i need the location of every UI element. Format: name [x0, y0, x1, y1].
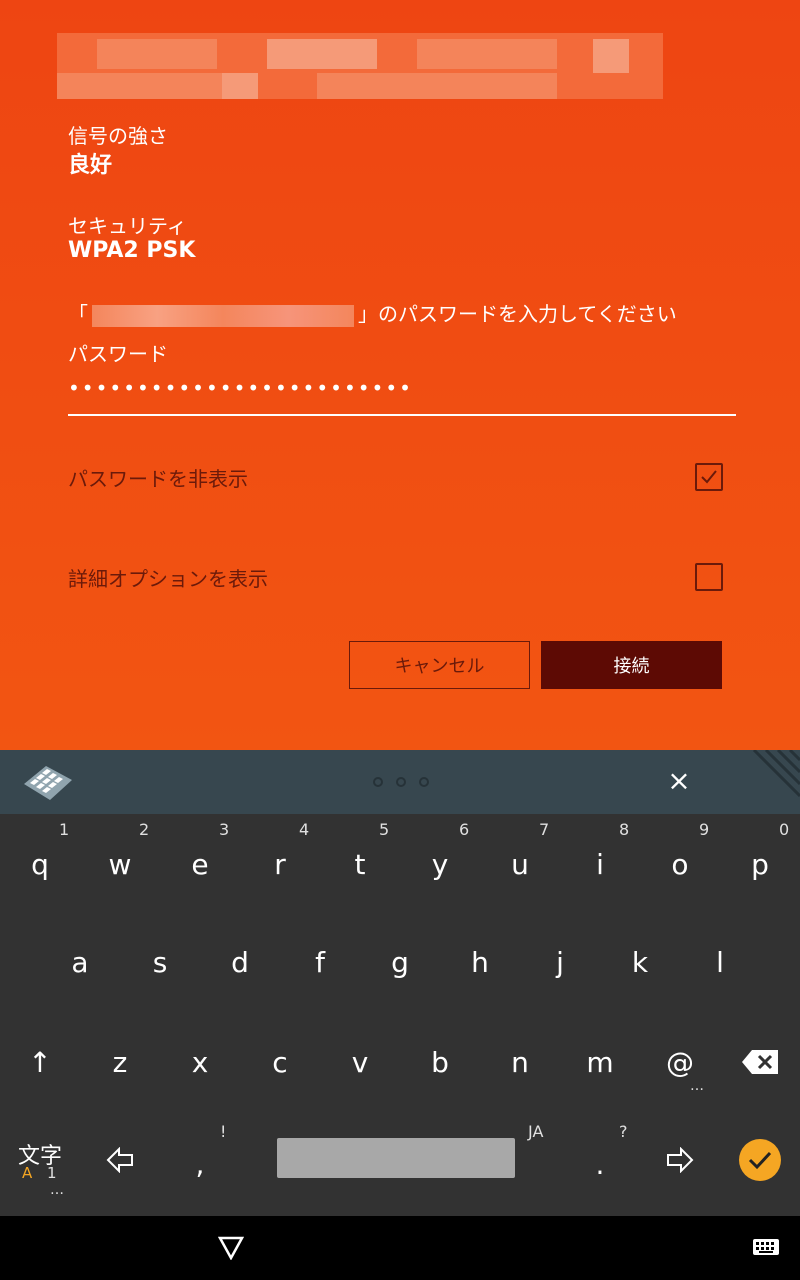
key-o[interactable]: o	[640, 814, 720, 914]
check-icon	[701, 470, 717, 484]
key-s[interactable]: s	[120, 912, 200, 1012]
shift-key[interactable]: ↑	[0, 1012, 80, 1112]
mode-more-hint: …	[50, 1182, 64, 1198]
key-d[interactable]: d	[200, 912, 280, 1012]
network-name-redacted	[57, 33, 663, 99]
key-b[interactable]: b	[400, 1012, 480, 1112]
key-v[interactable]: v	[320, 1012, 400, 1112]
period-key[interactable]: .	[560, 1114, 640, 1214]
hide-password-label[interactable]: パスワードを非表示	[68, 463, 248, 492]
key-c[interactable]: c	[240, 1012, 320, 1112]
key-at[interactable]: @	[640, 1012, 720, 1112]
prompt-text: 」のパスワードを入力してください	[358, 302, 677, 326]
password-prompt: 「 」のパスワードを入力してください	[68, 298, 677, 327]
mode-sub-1: 1	[47, 1164, 57, 1182]
key-w[interactable]: w	[80, 814, 160, 914]
enter-key[interactable]	[739, 1139, 781, 1181]
resize-handle-icon[interactable]	[748, 750, 800, 814]
key-a[interactable]: a	[40, 912, 120, 1012]
keyboard-settings-icon[interactable]	[24, 764, 74, 802]
key-g[interactable]: g	[360, 912, 440, 1012]
input-mode-key[interactable]: 文字 A 1 …	[0, 1114, 80, 1214]
key-h[interactable]: h	[440, 912, 520, 1012]
key-i[interactable]: i	[560, 814, 640, 914]
close-keyboard-icon[interactable]: ×	[664, 764, 694, 798]
cursor-right-key[interactable]	[640, 1110, 720, 1210]
arrow-right-icon	[667, 1147, 694, 1173]
key-l[interactable]: l	[680, 912, 760, 1012]
key-k[interactable]: k	[600, 912, 680, 1012]
language-hint: JA	[528, 1122, 544, 1141]
keyboard-switch-icon[interactable]	[752, 1238, 780, 1258]
backspace-key[interactable]	[720, 1012, 800, 1112]
arrow-left-icon	[106, 1147, 133, 1173]
advanced-options-checkbox[interactable]	[695, 563, 723, 591]
key-r[interactable]: r	[240, 814, 320, 914]
signal-strength-value: 良好	[68, 153, 113, 178]
wifi-dialog: 信号の強さ 良好 セキュリティ WPA2 PSK 「 」のパスワードを入力してくだ…	[0, 0, 800, 750]
key-x[interactable]: x	[160, 1012, 240, 1112]
navigation-bar	[0, 1216, 800, 1280]
key-t[interactable]: t	[320, 814, 400, 914]
checkmark-icon	[748, 1151, 772, 1170]
cancel-button[interactable]: キャンセル	[349, 641, 530, 689]
key-m[interactable]: m	[560, 1012, 640, 1112]
comma-key[interactable]: ,	[160, 1114, 240, 1214]
cursor-left-key[interactable]	[80, 1110, 160, 1210]
key-y[interactable]: y	[400, 814, 480, 914]
hide-password-checkbox[interactable]	[695, 463, 723, 491]
prompt-open-bracket: 「	[68, 302, 88, 326]
key-z[interactable]: z	[80, 1012, 160, 1112]
password-input[interactable]: •••••••••••••••••••••••••	[68, 376, 413, 400]
security-label: セキュリティ	[68, 214, 187, 238]
at-more-hint: …	[690, 1078, 704, 1094]
more-dots-icon[interactable]	[370, 776, 432, 788]
key-p[interactable]: p	[720, 814, 800, 914]
security-value: WPA2 PSK	[68, 238, 196, 263]
connect-button[interactable]: 接続	[541, 641, 722, 689]
signal-strength-label: 信号の強さ	[68, 124, 168, 148]
key-f[interactable]: f	[280, 912, 360, 1012]
back-icon[interactable]	[218, 1236, 244, 1260]
soft-keyboard: 1 2 3 4 5 6 7 8 9 0 q w e r t y u i o p …	[0, 814, 800, 1216]
backspace-icon	[742, 1050, 778, 1074]
key-u[interactable]: u	[480, 814, 560, 914]
advanced-options-label[interactable]: 詳細オプションを表示	[68, 563, 268, 592]
space-bar[interactable]	[277, 1138, 515, 1178]
password-underline	[68, 414, 736, 416]
key-j[interactable]: j	[520, 912, 600, 1012]
password-label: パスワード	[68, 342, 168, 366]
key-n[interactable]: n	[480, 1012, 560, 1112]
mode-sub-a: A	[22, 1164, 33, 1182]
key-q[interactable]: q	[0, 814, 80, 914]
prompt-network-redacted	[92, 304, 354, 327]
key-e[interactable]: e	[160, 814, 240, 914]
keyboard-toolbar: ×	[0, 750, 800, 814]
